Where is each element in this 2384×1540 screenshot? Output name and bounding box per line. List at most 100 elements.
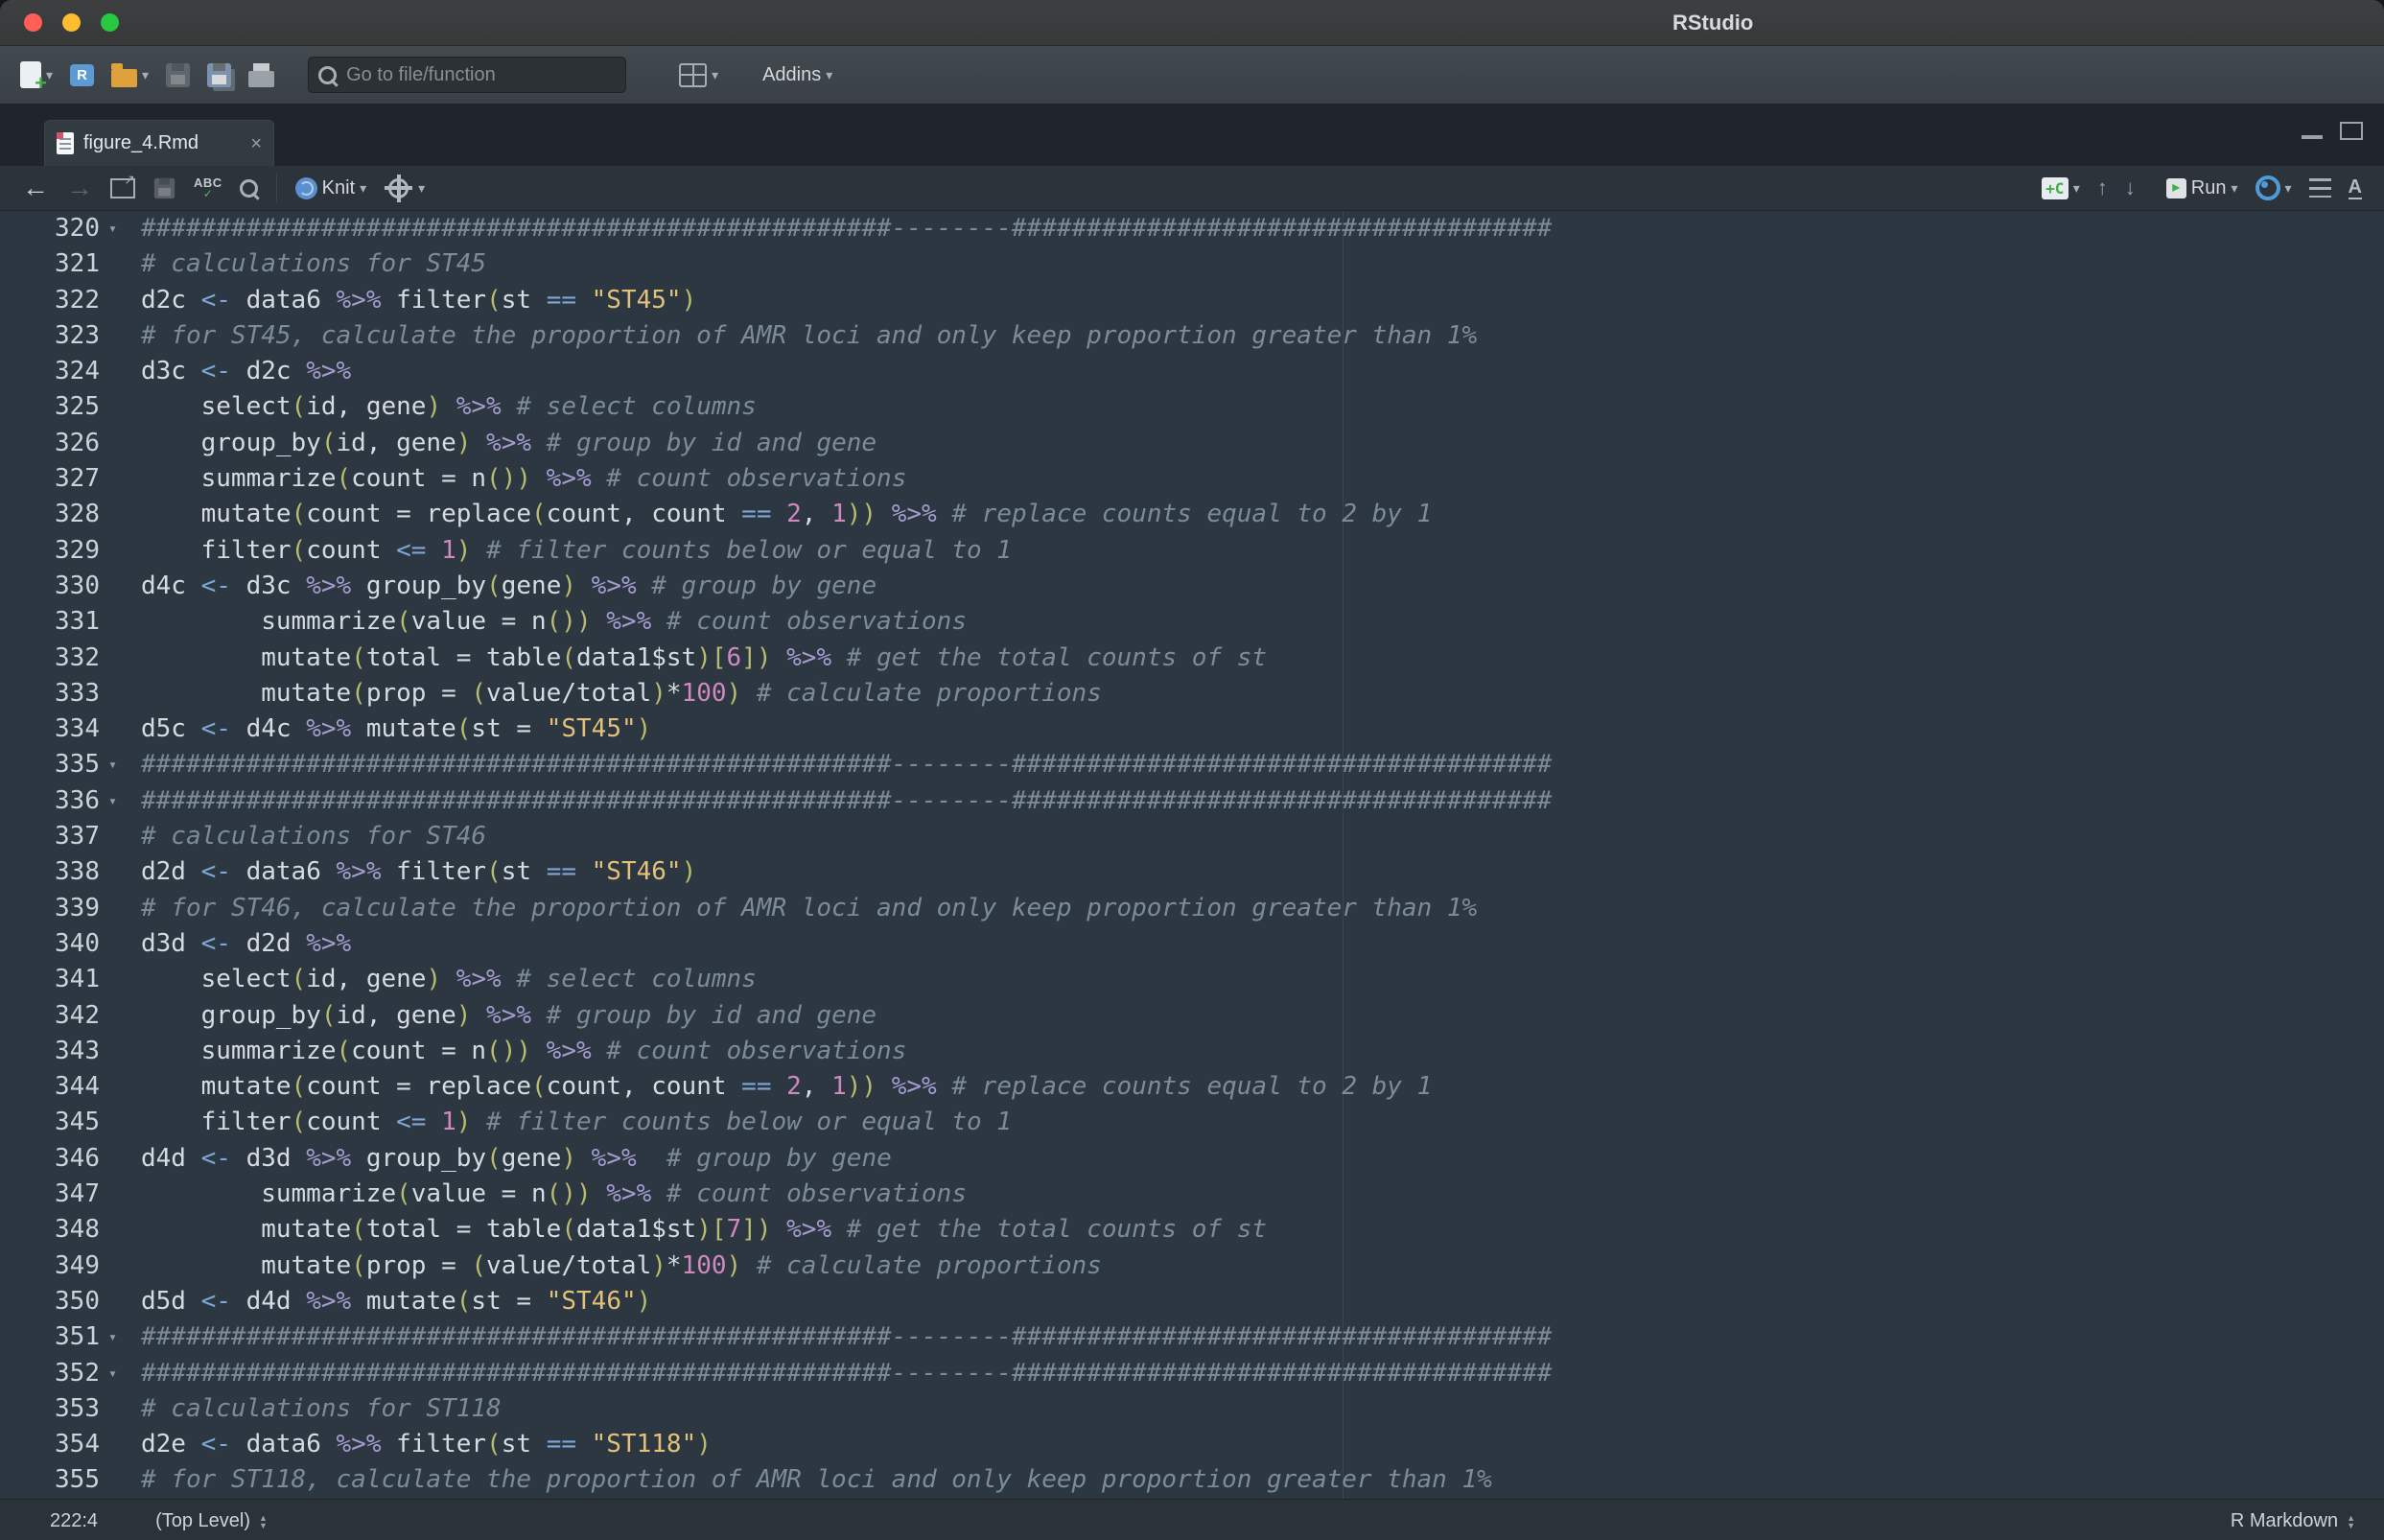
code-line[interactable]: 321# calculations for ST45: [0, 246, 2384, 282]
fold-zone: ▾: [105, 211, 141, 246]
code-line[interactable]: 342 group_by(id, gene) %>% # group by id…: [0, 998, 2384, 1034]
code-line[interactable]: 353# calculations for ST118: [0, 1391, 2384, 1427]
code-line[interactable]: 344 mutate(count = replace(count, count …: [0, 1069, 2384, 1105]
close-window-button[interactable]: [24, 13, 42, 32]
code-line[interactable]: 352▾####################################…: [0, 1356, 2384, 1391]
print-button[interactable]: [240, 54, 283, 96]
code-line[interactable]: 333 mutate(prop = (value/total)*100) # c…: [0, 676, 2384, 712]
fold-zone: [105, 1462, 141, 1498]
tab-figure-4-rmd[interactable]: figure_4.Rmd ×: [44, 120, 274, 166]
code-line[interactable]: 324d3c <- d2c %>%: [0, 354, 2384, 389]
code-line-text: group_by(id, gene) %>% # group by id and…: [141, 998, 2384, 1034]
code-line[interactable]: 330d4c <- d3c %>% group_by(gene) %>% # g…: [0, 569, 2384, 604]
code-line[interactable]: 323# for ST45, calculate the proportion …: [0, 318, 2384, 354]
tab-close-icon[interactable]: ×: [250, 134, 262, 153]
code-line[interactable]: 337# calculations for ST46: [0, 819, 2384, 854]
code-line[interactable]: 350d5d <- d4d %>% mutate(st = "ST46"): [0, 1284, 2384, 1319]
open-in-new-window-button[interactable]: ↗: [102, 169, 144, 207]
publish-icon: [2255, 175, 2280, 200]
code-line[interactable]: 322d2c <- data6 %>% filter(st == "ST45"): [0, 283, 2384, 318]
fold-zone: [105, 569, 141, 604]
fold-zone: [105, 1177, 141, 1212]
code-line[interactable]: 326 group_by(id, gene) %>% # group by id…: [0, 426, 2384, 461]
code-line[interactable]: 334d5c <- d4c %>% mutate(st = "ST45"): [0, 712, 2384, 747]
show-outline-button[interactable]: [2301, 169, 2340, 207]
code-line[interactable]: 329 filter(count <= 1) # filter counts b…: [0, 533, 2384, 569]
code-line[interactable]: 336▾####################################…: [0, 783, 2384, 819]
code-line[interactable]: 343 summarize(count = n()) %>% # count o…: [0, 1034, 2384, 1069]
previous-chunk-button[interactable]: ↑: [2089, 169, 2116, 207]
new-file-button[interactable]: ▾: [12, 54, 61, 96]
document-format-selector[interactable]: R Markdown ▲▼: [2231, 1510, 2355, 1532]
code-line[interactable]: 345 filter(count <= 1) # filter counts b…: [0, 1105, 2384, 1140]
code-line[interactable]: 351▾####################################…: [0, 1319, 2384, 1355]
code-line[interactable]: 339# for ST46, calculate the proportion …: [0, 891, 2384, 926]
fold-arrow-icon[interactable]: ▾: [108, 1328, 117, 1345]
fold-zone: [105, 1105, 141, 1140]
code-line[interactable]: 341 select(id, gene) %>% # select column…: [0, 962, 2384, 997]
goto-file-input[interactable]: [344, 63, 616, 87]
publish-button[interactable]: ▾: [2247, 169, 2301, 207]
code-line[interactable]: 331 summarize(value = n()) %>% # count o…: [0, 604, 2384, 640]
main-toolbar: ▾ R ▾ ▾ Addins ▾: [0, 46, 2384, 105]
save-button[interactable]: [157, 54, 199, 96]
code-editor[interactable]: 320▾####################################…: [0, 211, 2384, 1499]
chevron-down-icon: ▾: [2073, 181, 2080, 195]
knit-button[interactable]: Knit ▾: [287, 169, 376, 207]
insert-chunk-button[interactable]: +C ▾: [2033, 169, 2089, 207]
cursor-position[interactable]: 222:4: [50, 1510, 98, 1532]
line-number: 327: [0, 461, 105, 497]
addins-button[interactable]: Addins ▾: [754, 54, 841, 96]
scope-selector[interactable]: (Top Level) ▲▼: [155, 1510, 268, 1532]
next-chunk-button[interactable]: ↓: [2116, 169, 2144, 207]
code-line[interactable]: 355# for ST118, calculate the proportion…: [0, 1462, 2384, 1498]
save-all-button[interactable]: [199, 54, 240, 96]
code-line[interactable]: 328 mutate(count = replace(count, count …: [0, 497, 2384, 532]
fold-zone: [105, 819, 141, 854]
code-line[interactable]: 340d3d <- d2d %>%: [0, 926, 2384, 962]
code-line[interactable]: 320▾####################################…: [0, 211, 2384, 246]
tab-label: figure_4.Rmd: [83, 132, 241, 154]
code-line[interactable]: 346d4d <- d3d %>% group_by(gene) %>% # g…: [0, 1141, 2384, 1177]
pane-layout-button[interactable]: ▾: [670, 54, 727, 96]
code-line-text: select(id, gene) %>% # select columns: [141, 389, 2384, 425]
run-button[interactable]: ▸ Run ▾: [2158, 169, 2247, 207]
code-line-text: summarize(value = n()) %>% # count obser…: [141, 1177, 2384, 1212]
code-line-text: # calculations for ST46: [141, 819, 2384, 854]
open-file-button[interactable]: ▾: [103, 54, 157, 96]
minimize-pane-icon[interactable]: [2302, 135, 2323, 139]
maximize-pane-icon[interactable]: [2340, 122, 2363, 140]
chevron-down-icon: ▾: [418, 181, 425, 195]
code-line[interactable]: 335▾####################################…: [0, 747, 2384, 782]
fold-zone: ▾: [105, 1319, 141, 1355]
visual-editor-toggle-button[interactable]: A: [2340, 169, 2371, 207]
new-project-button[interactable]: R: [61, 54, 103, 96]
code-line[interactable]: 348 mutate(total = table(data1$st)[7]) %…: [0, 1212, 2384, 1248]
fold-zone: [105, 1212, 141, 1248]
save-document-button[interactable]: [144, 169, 185, 207]
find-replace-button[interactable]: [231, 169, 267, 207]
minimize-window-button[interactable]: [62, 13, 81, 32]
code-line-text: ########################################…: [141, 747, 2384, 782]
titlebar: RStudio: [0, 0, 2384, 46]
code-line[interactable]: 354d2e <- data6 %>% filter(st == "ST118"…: [0, 1427, 2384, 1462]
back-button[interactable]: ←: [13, 169, 58, 207]
arrow-down-icon: ↓: [2125, 177, 2136, 198]
fold-arrow-icon[interactable]: ▾: [108, 220, 117, 237]
code-line[interactable]: 347 summarize(value = n()) %>% # count o…: [0, 1177, 2384, 1212]
fold-arrow-icon[interactable]: ▾: [108, 756, 117, 773]
zoom-window-button[interactable]: [101, 13, 119, 32]
forward-button[interactable]: →: [58, 169, 102, 207]
code-line[interactable]: 327 summarize(count = n()) %>% # count o…: [0, 461, 2384, 497]
fold-arrow-icon[interactable]: ▾: [108, 792, 117, 809]
code-line[interactable]: 332 mutate(total = table(data1$st)[6]) %…: [0, 641, 2384, 676]
code-line[interactable]: 338d2d <- data6 %>% filter(st == "ST46"): [0, 854, 2384, 890]
fold-zone: [105, 641, 141, 676]
spellcheck-button[interactable]: ABC ✓: [185, 169, 231, 207]
fold-arrow-icon[interactable]: ▾: [108, 1365, 117, 1382]
knit-settings-button[interactable]: ▾: [375, 169, 433, 207]
code-line[interactable]: 349 mutate(prop = (value/total)*100) # c…: [0, 1248, 2384, 1284]
code-line[interactable]: 325 select(id, gene) %>% # select column…: [0, 389, 2384, 425]
line-number: 325: [0, 389, 105, 425]
line-number: 349: [0, 1248, 105, 1284]
